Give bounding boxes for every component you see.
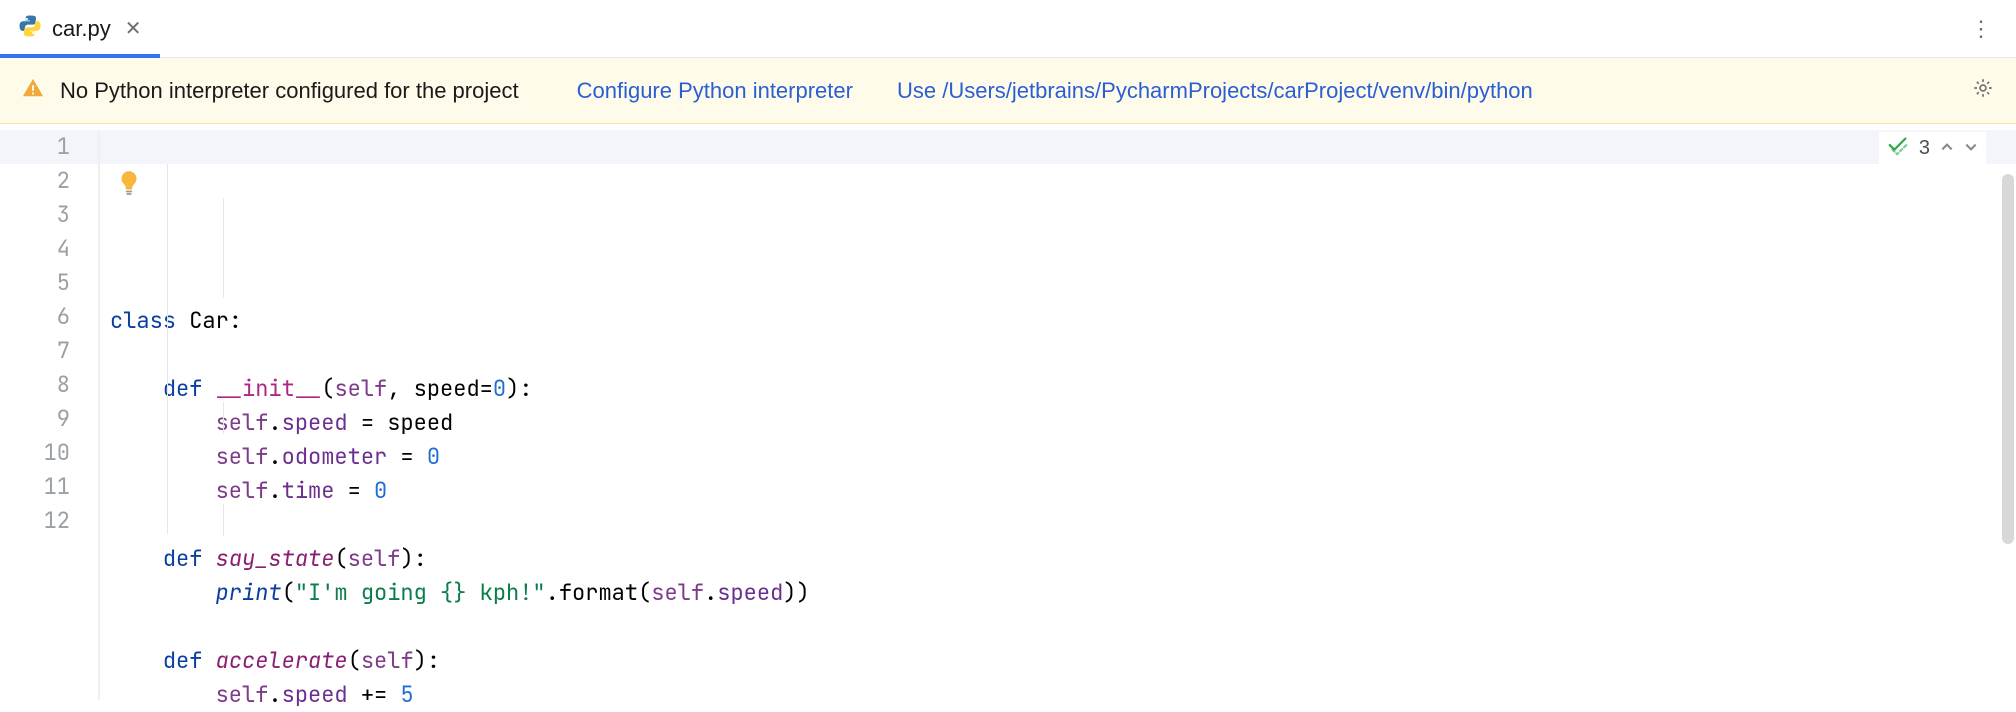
tab-filename: car.py <box>52 16 111 42</box>
line-number: 11 <box>0 470 98 504</box>
warning-icon <box>22 77 44 104</box>
line-number: 1 <box>0 130 98 164</box>
indent-guide <box>223 402 224 434</box>
code-line[interactable]: self.speed = speed <box>100 406 2016 440</box>
editor-tab[interactable]: car.py ✕ <box>0 0 163 57</box>
inspections-widget[interactable]: 3 <box>1879 132 1986 165</box>
code-line[interactable] <box>100 610 2016 644</box>
line-number: 10 <box>0 436 98 470</box>
warning-message: No Python interpreter configured for the… <box>60 78 519 104</box>
scrollbar-thumb[interactable] <box>2002 174 2014 544</box>
line-number-gutter: 123456789101112 <box>0 124 98 700</box>
code-line[interactable]: self.speed += 5 <box>100 678 2016 712</box>
line-number: 7 <box>0 334 98 368</box>
line-number: 9 <box>0 402 98 436</box>
chevron-down-icon[interactable] <box>1964 139 1978 159</box>
checkmark-icon <box>1887 136 1909 161</box>
tab-menu-icon[interactable]: ⋮ <box>1946 16 2016 42</box>
line-number: 3 <box>0 198 98 232</box>
interpreter-warning-bar: No Python interpreter configured for the… <box>0 58 2016 124</box>
active-tab-indicator <box>0 54 160 58</box>
code-line[interactable] <box>100 508 2016 542</box>
close-tab-icon[interactable]: ✕ <box>121 16 146 41</box>
code-line[interactable]: self.odometer = 0 <box>100 440 2016 474</box>
code-editor[interactable]: 123456789101112 class Car: def __init__(… <box>0 124 2016 700</box>
code-line[interactable]: self.time = 0 <box>100 474 2016 508</box>
gear-icon[interactable] <box>1972 77 1994 104</box>
code-line[interactable]: class Car: <box>100 304 2016 338</box>
code-line[interactable]: print("I'm going {} kph!".format(self.sp… <box>100 576 2016 610</box>
python-file-icon <box>18 14 42 43</box>
line-number: 2 <box>0 164 98 198</box>
editor-tab-bar: car.py ✕ ⋮ <box>0 0 2016 58</box>
configure-interpreter-link[interactable]: Configure Python interpreter <box>577 78 853 104</box>
line-number: 4 <box>0 232 98 266</box>
code-line[interactable] <box>100 338 2016 372</box>
vertical-scrollbar[interactable] <box>2000 124 2016 700</box>
chevron-up-icon[interactable] <box>1940 139 1954 159</box>
indent-guide <box>167 164 168 534</box>
code-line[interactable]: def accelerate(self): <box>100 644 2016 678</box>
code-line[interactable]: def __init__(self, speed=0): <box>100 372 2016 406</box>
code-area[interactable]: class Car: def __init__(self, speed=0): … <box>100 124 2016 700</box>
inspection-count: 3 <box>1919 137 1930 160</box>
line-number: 8 <box>0 368 98 402</box>
indent-guide <box>223 198 224 298</box>
line-number: 5 <box>0 266 98 300</box>
line-number: 6 <box>0 300 98 334</box>
use-interpreter-link[interactable]: Use /Users/jetbrains/PycharmProjects/car… <box>897 78 1533 104</box>
intention-bulb-icon[interactable] <box>118 170 140 192</box>
indent-guide <box>223 504 224 536</box>
code-line[interactable]: def say_state(self): <box>100 542 2016 576</box>
line-number: 12 <box>0 504 98 538</box>
